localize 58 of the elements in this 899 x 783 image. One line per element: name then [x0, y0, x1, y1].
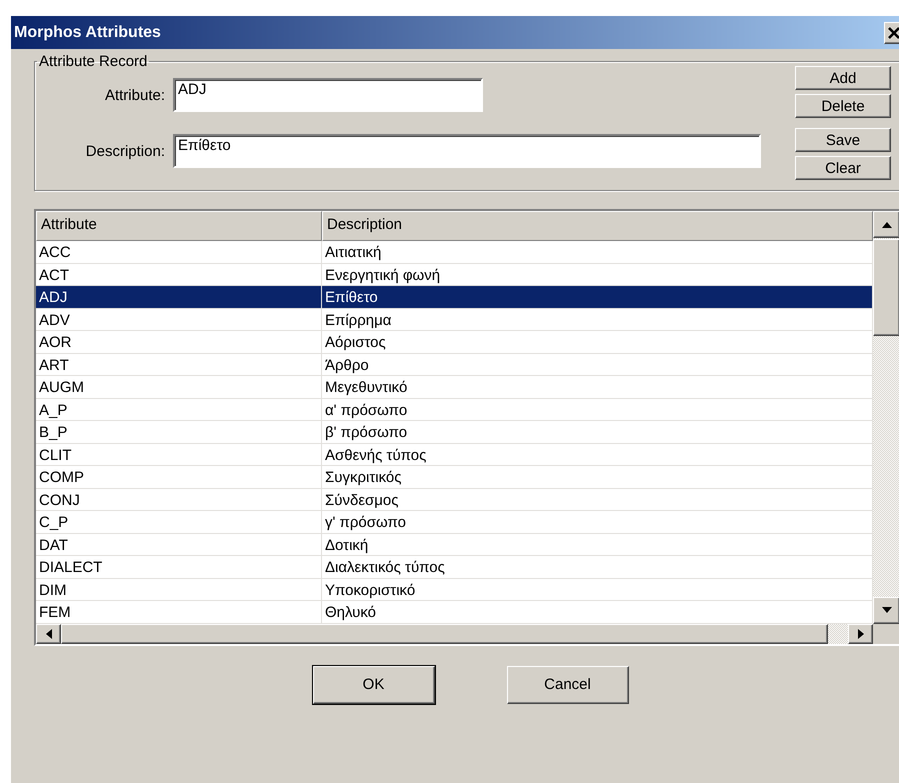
table-cell: CLIT [36, 444, 322, 465]
table-row[interactable]: ACC Αιτιατική [36, 241, 873, 264]
scroll-right-button[interactable] [848, 624, 873, 644]
table-cell: AUGM [36, 376, 322, 398]
up-arrow-icon [882, 222, 892, 228]
table-cell: AOR [36, 331, 322, 352]
group-title: Attribute Record [38, 53, 148, 70]
table-cell: CONJ [36, 488, 322, 510]
right-arrow-icon [858, 628, 864, 638]
close-button[interactable] [884, 22, 899, 44]
table-cell: C_P [36, 511, 322, 532]
table-cell: ADV [36, 308, 322, 330]
table-row[interactable]: B_P β' πρόσωπο [36, 421, 873, 444]
scroll-up-button[interactable] [873, 211, 899, 238]
record-button[interactable]: Delete [795, 94, 891, 118]
record-button[interactable]: Add [795, 66, 891, 90]
column-header[interactable]: Description [322, 211, 873, 241]
scroll-left-button[interactable] [36, 624, 61, 644]
field-label: Attribute: [104, 86, 166, 104]
table-row[interactable]: DIALECT Διαλεκτικός τύπος [36, 556, 873, 578]
table-row[interactable]: A_P α' πρόσωπο [36, 398, 873, 421]
scrollbar-thumb[interactable] [873, 239, 899, 336]
text-field[interactable]: ADJ [173, 78, 483, 112]
record-button[interactable]: Clear [795, 156, 891, 180]
text-field[interactable]: Επίθετο [173, 134, 761, 168]
scroll-down-button[interactable] [873, 596, 899, 624]
table-row[interactable]: C_P γ' πρόσωπο [36, 511, 873, 534]
table-cell: FEM [36, 601, 322, 622]
column-header[interactable]: Attribute [36, 211, 322, 241]
table-cell: A_P [36, 398, 322, 420]
down-arrow-icon [882, 607, 892, 613]
table-row[interactable]: AOR Αόριστος [36, 331, 873, 354]
table-cell: DAT [36, 534, 322, 555]
table-row[interactable]: CONJ Σύνδεσμος [36, 488, 873, 511]
table-cell: ACC [36, 241, 322, 262]
table-cell: COMP [36, 466, 322, 488]
record-button[interactable]: Save [795, 128, 891, 152]
table-cell: ART [36, 354, 322, 375]
dialog-button[interactable]: Cancel [506, 666, 628, 704]
table-row[interactable]: DAT Δοτική [36, 534, 873, 556]
table-row[interactable]: ART Άρθρο [36, 354, 873, 376]
left-arrow-icon [46, 628, 52, 638]
table-cell: DIALECT [36, 556, 322, 578]
window-title: Morphos Attributes [14, 24, 161, 42]
table-row[interactable]: CLIT Ασθενής τύπος [36, 444, 873, 466]
table-row[interactable]: AUGM Μεγεθυντικό [36, 376, 873, 398]
scrollbar-thumb[interactable] [61, 624, 828, 644]
dialog-button[interactable]: OK [312, 666, 434, 704]
table-row[interactable]: ADJ Επίθετο [36, 286, 873, 308]
table-row[interactable]: COMP Συγκριτικός [36, 466, 873, 488]
table-cell: DIM [36, 578, 322, 600]
table-row[interactable]: ADV Επίρρημα [36, 308, 873, 331]
table-cell: B_P [36, 421, 322, 442]
table-row[interactable]: DIM Υποκοριστικό [36, 578, 873, 601]
table-cell: ADJ [36, 286, 322, 308]
field-label: Description: [84, 142, 166, 160]
table-cell: ACT [36, 264, 322, 285]
close-icon [888, 26, 899, 38]
